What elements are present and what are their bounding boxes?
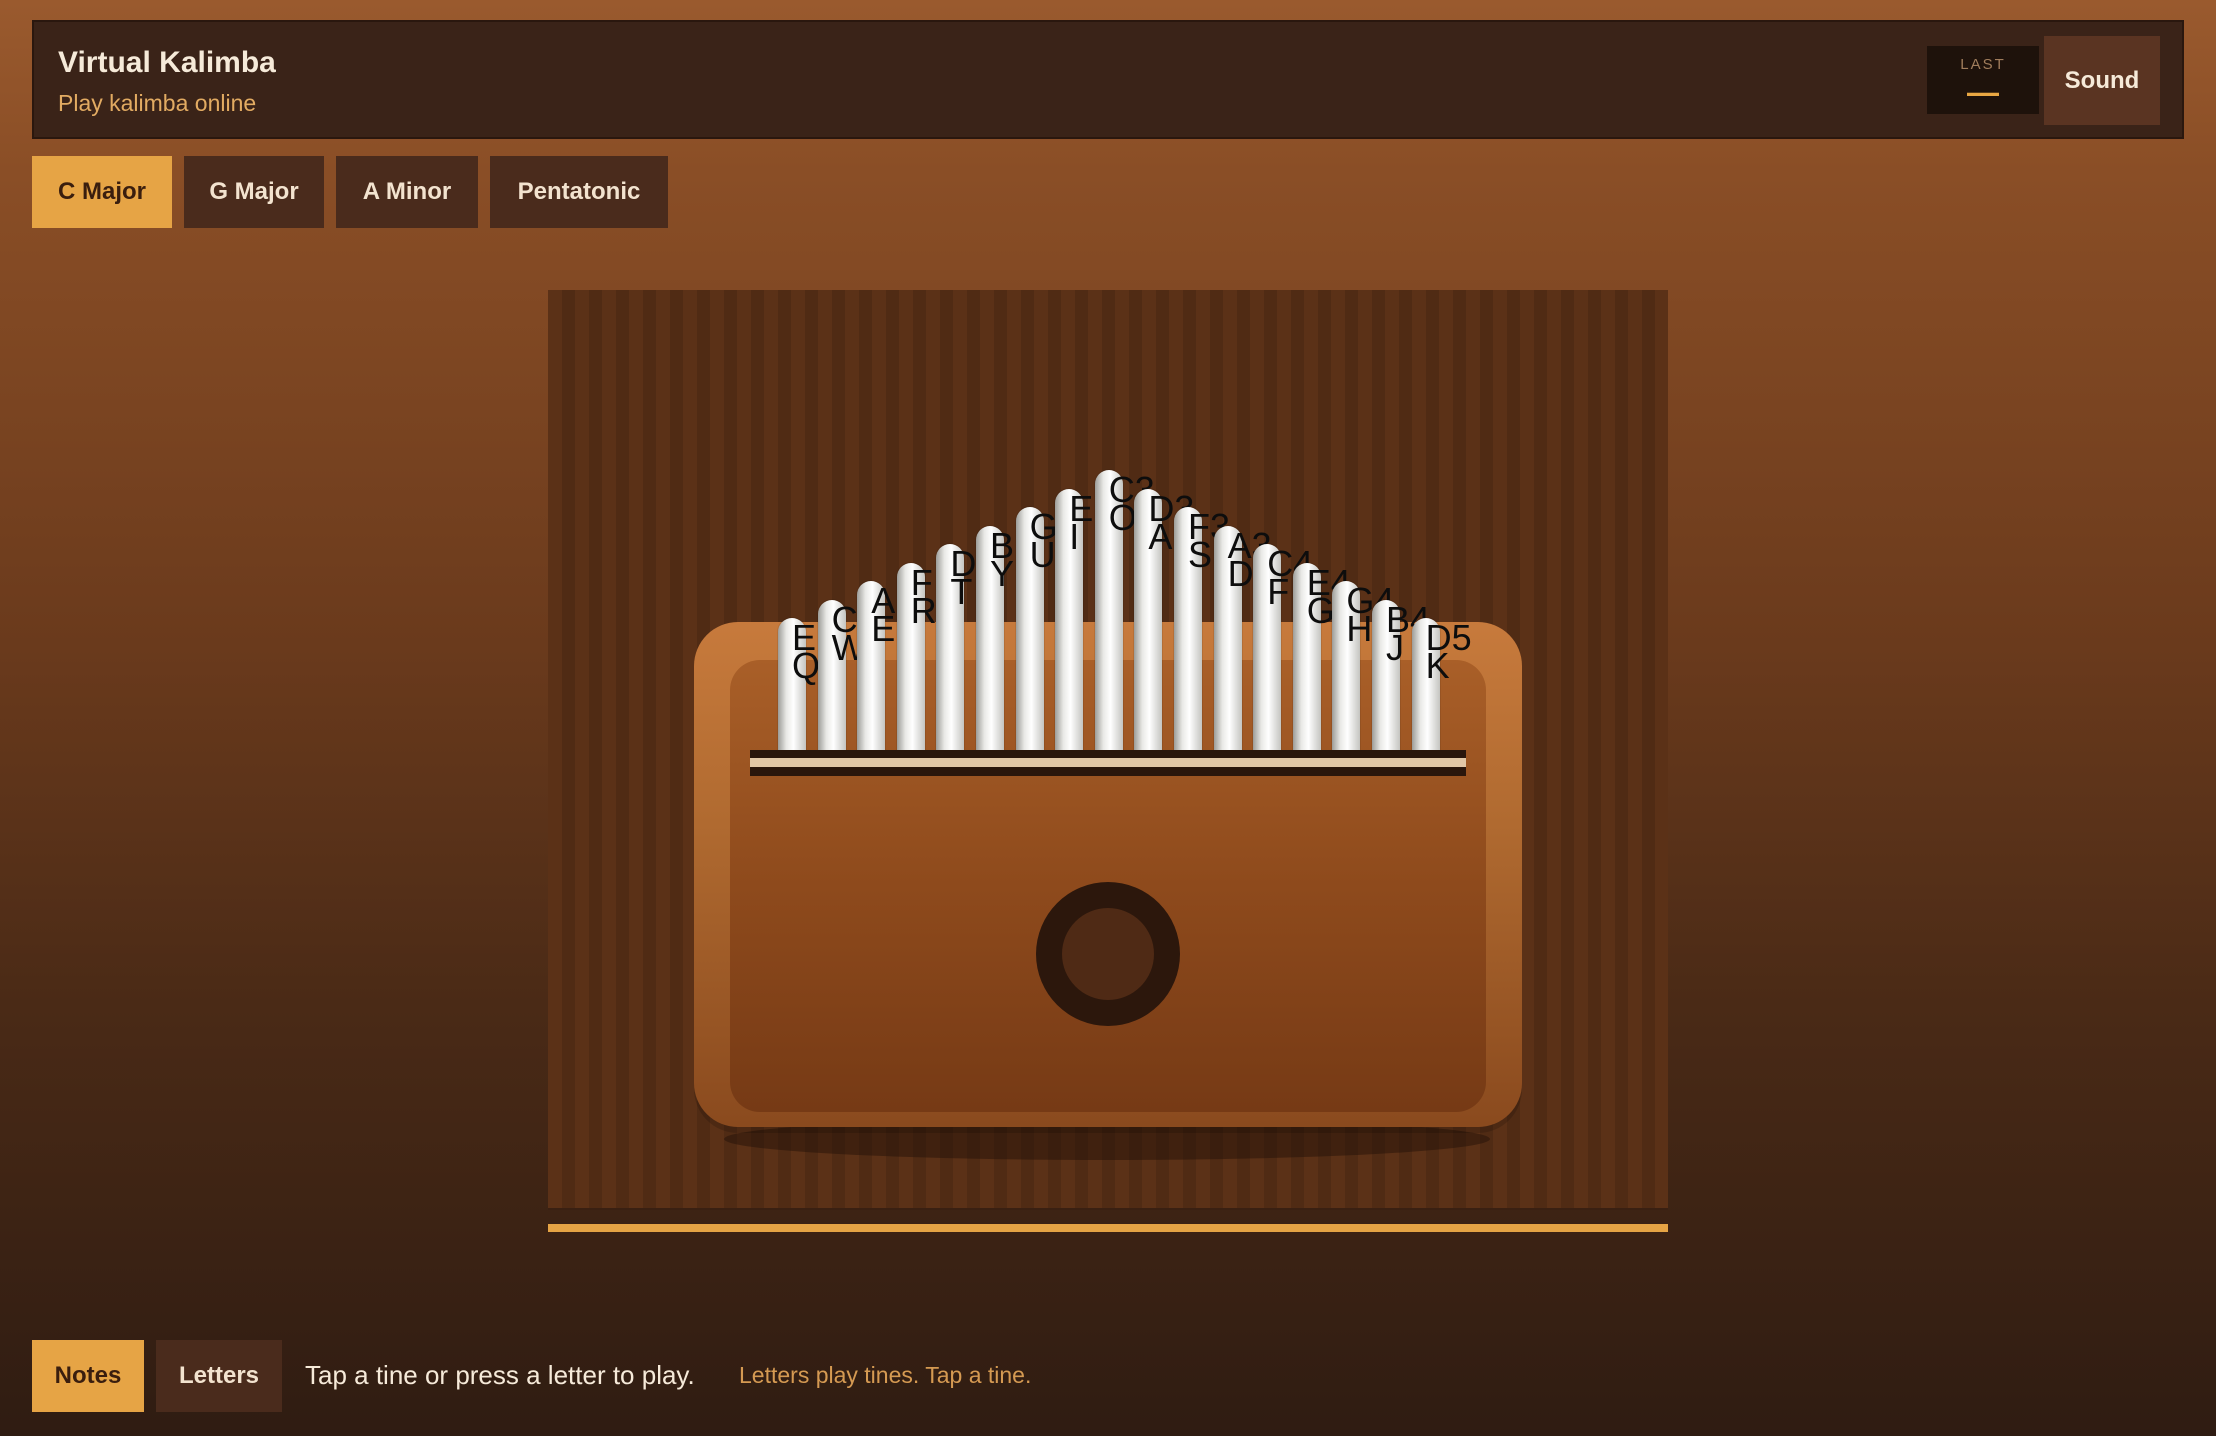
- scale-button-a-minor[interactable]: A Minor: [336, 156, 478, 228]
- tine-key-label: A: [1148, 515, 1173, 557]
- tine-key-label: H: [1346, 608, 1373, 649]
- tine-bridge-bar: [750, 758, 1466, 767]
- tine-key-label: O: [1108, 497, 1137, 538]
- sound-hole-inner: [1062, 908, 1154, 1000]
- tine-key-label: J: [1386, 626, 1404, 668]
- stage-accent-bar: [548, 1224, 1668, 1232]
- scale-button-pentatonic[interactable]: Pentatonic: [490, 156, 668, 228]
- tine-key-label: G: [1306, 589, 1335, 631]
- tine-key-label: S: [1188, 534, 1213, 575]
- last-note-value: —: [1967, 74, 1999, 110]
- mode-button-notes[interactable]: Notes: [32, 1340, 144, 1412]
- tine-key-label: U: [1029, 534, 1056, 575]
- scale-button-c-major[interactable]: C Major: [32, 156, 172, 228]
- tine-key-label: I: [1069, 515, 1080, 557]
- scale-button-g-major[interactable]: G Major: [184, 156, 324, 228]
- tine-key-label: D: [1227, 552, 1254, 594]
- tine-key-label: T: [950, 571, 973, 612]
- mode-button-letters[interactable]: Letters: [156, 1340, 282, 1412]
- tine-key-label: F: [1267, 571, 1290, 612]
- tine-key-label: Q: [792, 645, 821, 686]
- last-note-display: LAST —: [1927, 46, 2039, 114]
- app-header: Virtual Kalimba Play kalimba online LAST…: [32, 20, 2184, 139]
- tine-key-label: E: [871, 608, 896, 649]
- tine-key-label: K: [1425, 645, 1450, 686]
- hint-text: Tap a tine or press a letter to play.: [305, 1360, 695, 1390]
- app-title: Virtual Kalimba: [58, 46, 276, 79]
- hint-subtext: Letters play tines. Tap a tine.: [739, 1362, 1032, 1388]
- sound-button[interactable]: Sound: [2044, 36, 2160, 125]
- app-subtitle: Play kalimba online: [58, 90, 257, 116]
- tine-key-label: R: [910, 589, 937, 631]
- tine-key-label: Y: [990, 552, 1015, 594]
- stage-floor: [548, 1208, 1668, 1210]
- sound-hole: [1036, 882, 1180, 1026]
- last-note-label: LAST: [1960, 56, 2006, 73]
